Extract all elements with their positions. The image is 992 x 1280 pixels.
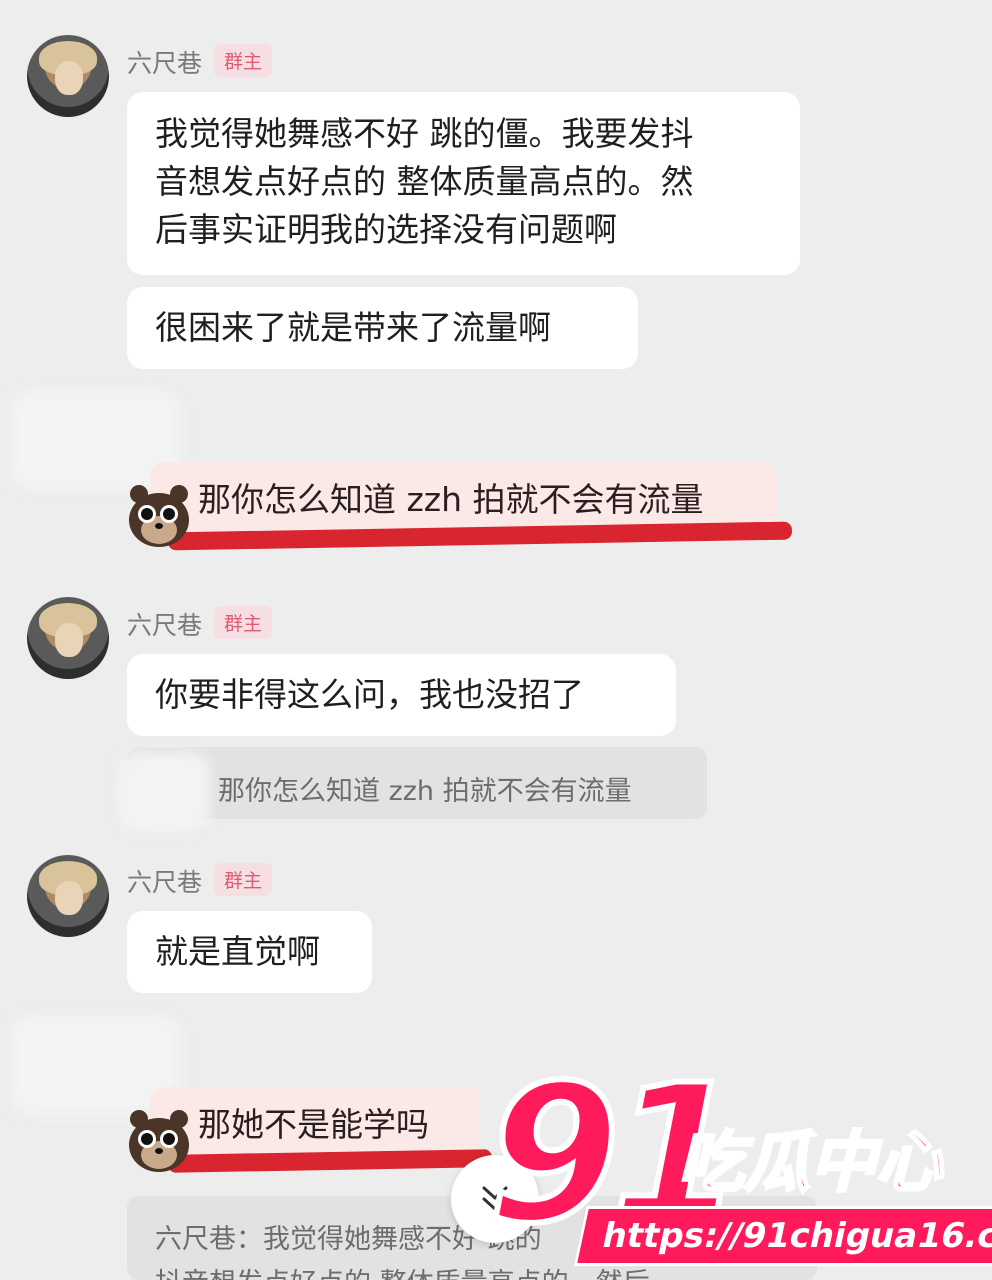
message-bubble[interactable]: 我觉得她舞感不好 跳的僵。我要发抖 音想发点好点的 整体质量高点的。然 后事实证… [127, 92, 800, 275]
quoted-message[interactable]: 那你怎么知道 zzh 拍就不会有流量 [127, 747, 707, 819]
sender-avatar[interactable] [27, 597, 109, 679]
message-bubble[interactable]: 很困来了就是带来了流量啊 [127, 287, 638, 369]
message-line: 音想发点好点的 整体质量高点的。然 [155, 162, 694, 201]
message-bubble[interactable]: 你要非得这么问，我也没招了 [127, 654, 676, 736]
message-bubble[interactable]: 就是直觉啊 [127, 911, 372, 993]
sender-avatar[interactable] [27, 35, 109, 117]
reply-text: 那她不是能学吗 [198, 1105, 429, 1144]
watermark-url: https://91chigua16.com [573, 1206, 992, 1266]
message-line: 我觉得她舞感不好 跳的僵。我要发抖 [155, 114, 694, 153]
sender-name[interactable]: 六尺巷 [127, 863, 202, 899]
raccoon-mascot-icon [129, 1110, 189, 1172]
redacted-quote-avatar [118, 752, 210, 832]
quoted-text: 那你怎么知道 zzh 拍就不会有流量 [218, 776, 632, 807]
raccoon-mascot-icon [129, 485, 189, 547]
message-text: 你要非得这么问，我也没招了 [155, 675, 584, 714]
avatar-face [55, 623, 83, 657]
owner-badge: 群主 [214, 863, 273, 896]
sender-name[interactable]: 六尺巷 [127, 44, 202, 80]
avatar-face [55, 881, 83, 915]
owner-badge: 群主 [214, 606, 273, 639]
sender-avatar[interactable] [27, 855, 109, 937]
reply-text: 那你怎么知道 zzh 拍就不会有流量 [198, 480, 704, 519]
sender-name[interactable]: 六尺巷 [127, 606, 202, 642]
message-text: 很困来了就是带来了流量啊 [155, 308, 551, 347]
message-text: 就是直觉啊 [155, 932, 320, 971]
watermark-title: 吃瓜中心 [677, 1124, 944, 1201]
owner-badge: 群主 [214, 44, 273, 77]
message-line: 后事实证明我的选择没有问题啊 [155, 210, 617, 249]
avatar-face [55, 61, 83, 95]
